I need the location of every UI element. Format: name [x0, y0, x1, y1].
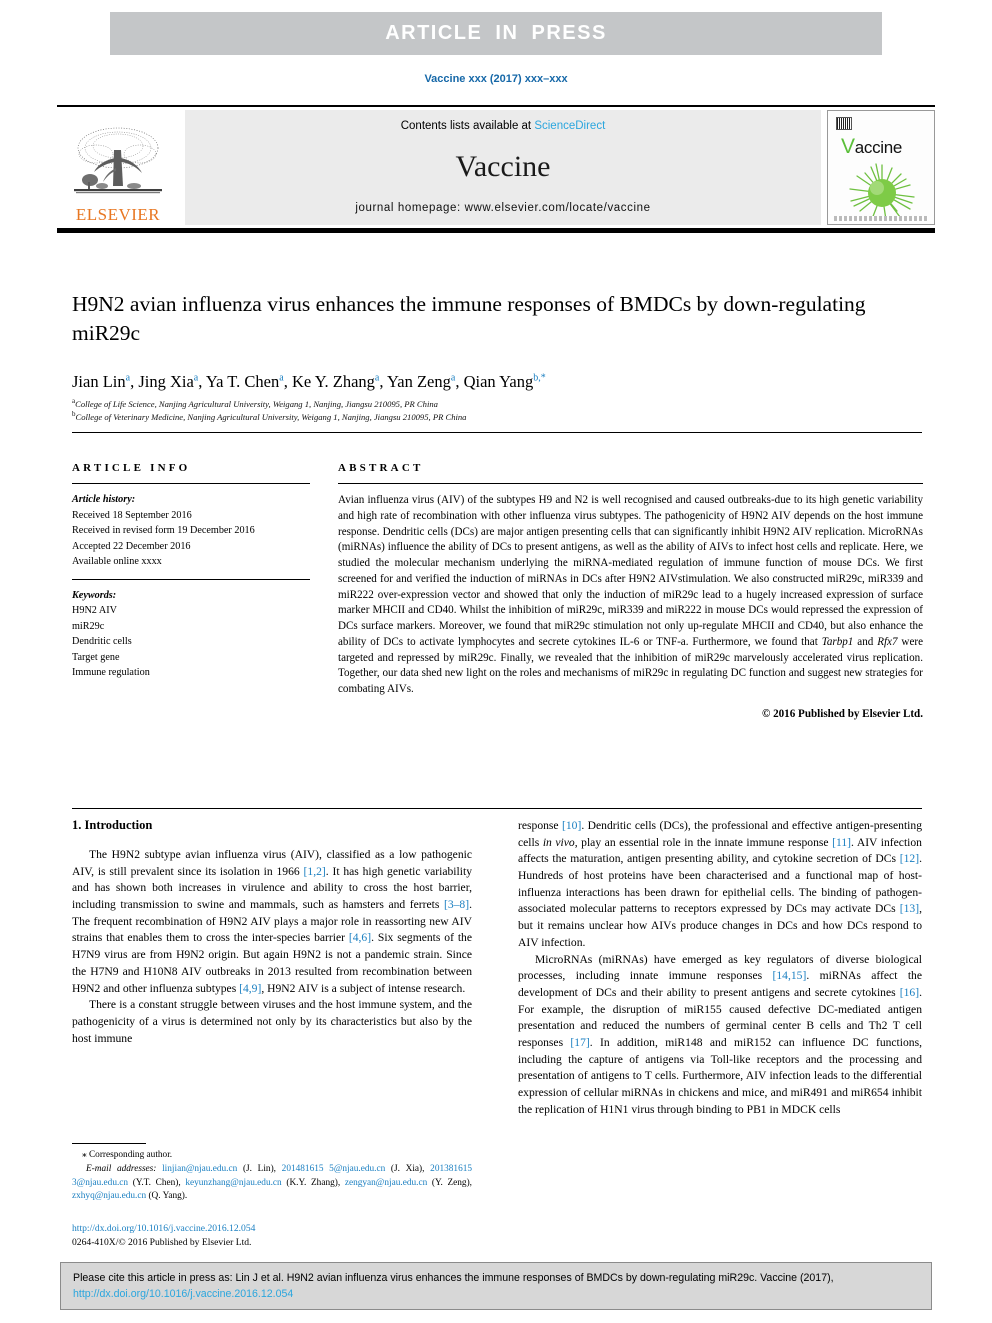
sciencedirect-link[interactable]: ScienceDirect — [534, 120, 605, 132]
paragraph: MicroRNAs (miRNAs) have emerged as key r… — [518, 952, 923, 1116]
cover-title: Vaccine — [841, 135, 902, 159]
history-item: Received 18 September 2016 — [72, 509, 192, 521]
keyword-item: Target gene — [72, 651, 120, 663]
paragraph: The H9N2 subtype avian influenza virus (… — [72, 848, 472, 995]
virus-illustration-icon — [849, 163, 915, 221]
article-in-press-label: ARTICLE IN PRESS — [385, 22, 607, 44]
paragraph: response [10]. Dendritic cells (DCs), th… — [518, 819, 922, 949]
journal-homepage-line[interactable]: journal homepage: www.elsevier.com/locat… — [355, 202, 650, 214]
introduction-heading: 1. Introduction — [72, 818, 153, 832]
affiliation-b-text: College of Veterinary Medicine, Nanjing … — [75, 411, 467, 422]
email-addresses-label: E-mail addresses: — [86, 1163, 157, 1174]
page-title: H9N2 avian influenza virus enhances the … — [72, 292, 866, 346]
cover-caption-lines — [834, 216, 928, 221]
citation-notice-box: Please cite this article in press as: Li… — [60, 1262, 932, 1310]
footnote-rule — [72, 1143, 146, 1144]
article-info-heading: ARTICLE INFO — [72, 462, 191, 474]
keyword-item: miR29c — [72, 620, 105, 632]
elsevier-tree-icon — [74, 127, 162, 194]
history-item: Accepted 22 December 2016 — [72, 540, 191, 552]
abstract-rule — [338, 483, 923, 484]
doi-link[interactable]: http://dx.doi.org/10.1016/j.vaccine.2016… — [72, 1222, 472, 1236]
body-column-right: response [10]. Dendritic cells (DCs), th… — [518, 818, 922, 1118]
journal-title: Vaccine — [455, 150, 551, 183]
masthead-center: Contents lists available at ScienceDirec… — [185, 110, 821, 225]
article-in-press-banner: ARTICLE IN PRESS — [110, 12, 882, 55]
paragraph: There is a constant struggle between vir… — [72, 998, 472, 1045]
abstract-heading: ABSTRACT — [338, 462, 424, 474]
citation-doi-link[interactable]: http://dx.doi.org/10.1016/j.vaccine.2016… — [73, 1288, 293, 1300]
masthead-top-rule — [57, 105, 935, 107]
keywords-rule — [72, 578, 310, 580]
affiliation-a-text: College of Life Science, Nanjing Agricul… — [75, 398, 438, 409]
abstract-body: Avian influenza virus (AIV) of the subty… — [338, 494, 923, 695]
running-head: Vaccine xxx (2017) xxx–xxx — [424, 73, 568, 85]
doi-block: http://dx.doi.org/10.1016/j.vaccine.2016… — [72, 1222, 472, 1251]
abstract-section-rule — [72, 808, 922, 809]
abstract-copyright: © 2016 Published by Elsevier Ltd. — [762, 707, 923, 720]
keyword-item: Immune regulation — [72, 667, 150, 678]
keywords-block: Keywords: H9N2 AIV miR29c Dendritic cell… — [72, 588, 317, 681]
masthead-bottom-rule — [57, 228, 935, 233]
journal-masthead: ELSEVIER Contents lists available at Sci… — [57, 110, 935, 225]
affiliation-b: bCollege of Veterinary Medicine, Nanjing… — [72, 410, 467, 422]
elsevier-wordmark: ELSEVIER — [75, 205, 161, 224]
article-history-block: Article history: Received 18 September 2… — [72, 492, 317, 570]
article-info-rule — [72, 483, 310, 484]
corresponding-author-note: ⁎ Corresponding author. — [82, 1150, 173, 1160]
journal-cover-thumbnail: Vaccine — [827, 110, 935, 225]
elsevier-logo: ELSEVIER — [57, 110, 179, 225]
author-list: Jian Lina, Jing Xiaa, Ya T. Chena, Ke Y.… — [72, 372, 546, 391]
article-page: ARTICLE IN PRESS Vaccine xxx (2017) xxx–… — [0, 0, 992, 1323]
contents-available-line: Contents lists available at ScienceDirec… — [401, 120, 606, 132]
footnote-block: ⁎ Corresponding author. E-mail addresses… — [72, 1149, 472, 1204]
contents-prefix-text: Contents lists available at — [400, 120, 535, 132]
abstract-section: ABSTRACT Avian influenza virus (AIV) of … — [338, 462, 923, 720]
barcode-icon — [836, 117, 852, 130]
body-column-left: 1. Introduction The H9N2 subtype avian i… — [72, 818, 472, 1047]
citation-text: Please cite this article in press as: Li… — [73, 1272, 834, 1284]
keywords-label: Keywords: — [72, 589, 117, 601]
history-item: Available online xxxx — [72, 556, 162, 567]
issn-copyright-line: 0264-410X/© 2016 Published by Elsevier L… — [72, 1237, 252, 1249]
keyword-item: Dendritic cells — [72, 636, 132, 647]
article-history-label: Article history: — [72, 494, 136, 505]
title-section-rule — [72, 432, 922, 433]
cover-title-rest: accine — [854, 138, 903, 157]
email-addresses-line: E-mail addresses: linjian@njau.edu.cn (J… — [72, 1163, 472, 1204]
keyword-item: H9N2 AIV — [72, 605, 117, 616]
article-info-section: ARTICLE INFO Article history: Received 1… — [72, 462, 317, 681]
cover-title-initial: V — [841, 135, 855, 158]
history-item: Received in revised form 19 December 201… — [72, 525, 255, 536]
